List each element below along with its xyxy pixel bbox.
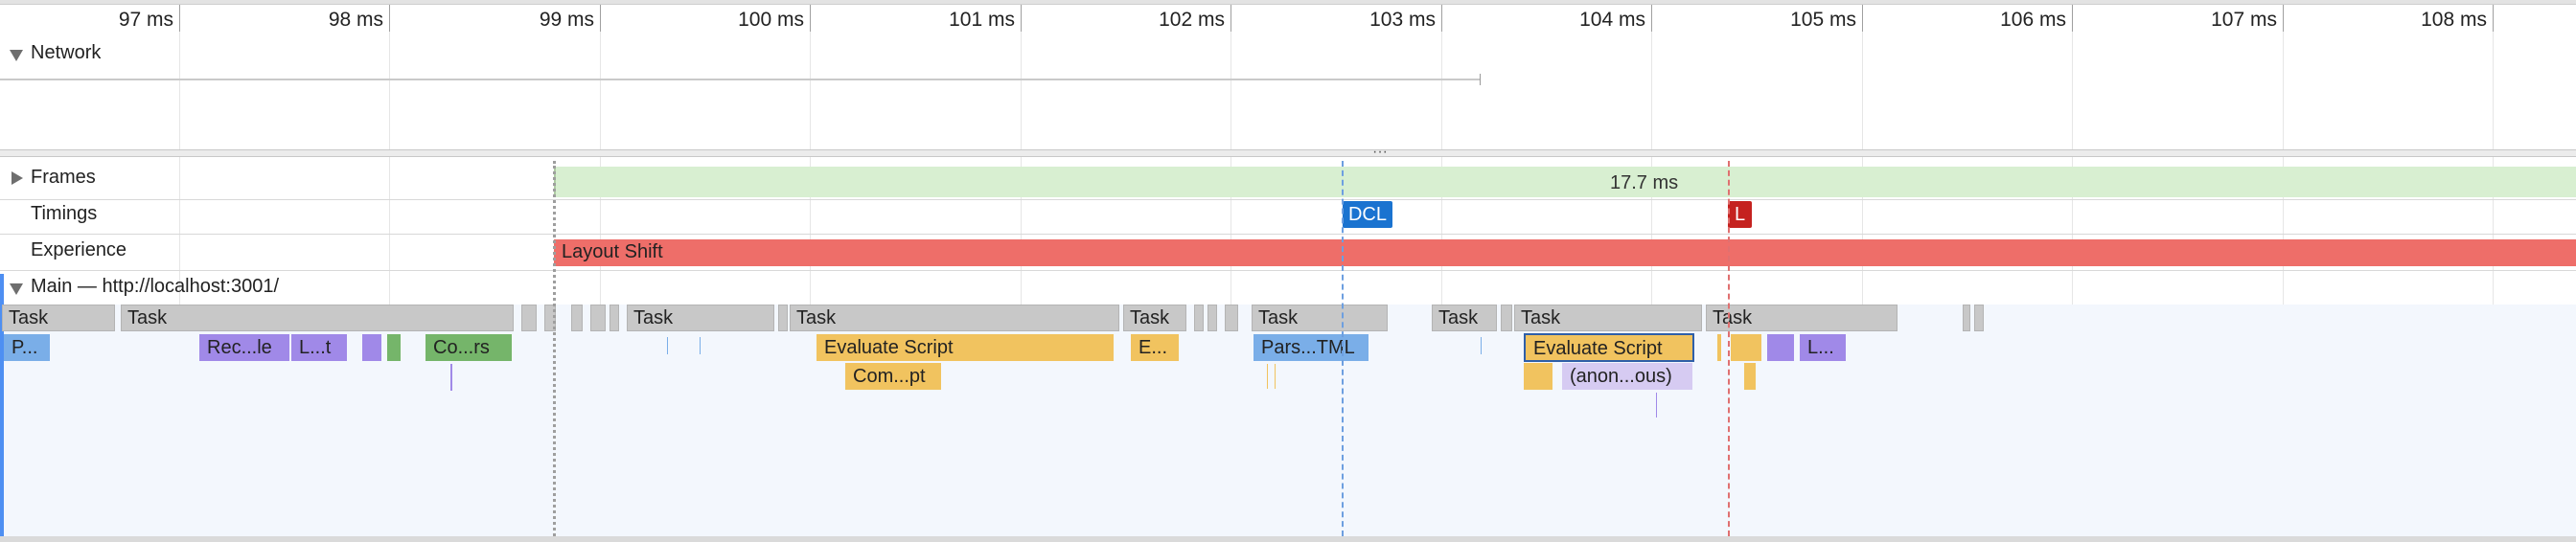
ruler-label: 108 ms [2421,9,2487,31]
task-bar[interactable] [590,305,606,331]
ruler-label: 104 ms [1579,9,1645,31]
task-bar[interactable]: Task [790,305,1119,331]
event-bar[interactable] [1524,363,1552,390]
ruler-tick [1021,5,1022,32]
task-bar[interactable]: Task [121,305,514,331]
event-sliver [700,337,701,354]
task-bar[interactable]: Task [1432,305,1497,331]
event-bar[interactable]: L... [1800,334,1846,361]
event-bar[interactable] [1731,334,1761,361]
event-bar[interactable]: Co...rs [426,334,512,361]
task-bar[interactable]: Task [627,305,774,331]
expand-triangle-icon [10,283,23,295]
ruler-tick [1441,5,1442,32]
task-bar[interactable] [778,305,788,331]
load-line [1728,161,1730,536]
network-request-line[interactable] [0,79,1481,80]
ruler-tick [810,5,811,32]
task-bar[interactable] [571,305,583,331]
frames-track-toggle[interactable]: Frames [12,167,165,193]
bottom-scrollbar[interactable] [0,536,2576,542]
timings-track-label: Timings [31,203,98,224]
dcl-line [1342,161,1344,536]
network-track-label: Network [31,42,102,63]
event-bar[interactable] [362,334,381,361]
time-ruler[interactable]: 97 ms 98 ms 99 ms 100 ms 101 ms 102 ms 1… [0,5,2576,40]
ruler-tick [1230,5,1231,32]
main-track-label: Main — http://localhost:3001/ [31,276,280,297]
event-bar[interactable] [387,334,401,361]
ruler-tick [389,5,390,32]
ruler-tick [1651,5,1652,32]
ruler-tick [1862,5,1863,32]
ruler-label: 106 ms [2000,9,2066,31]
event-bar[interactable] [1717,334,1721,361]
event-bar-selected[interactable]: Evaluate Script [1524,333,1694,362]
task-bar[interactable] [1194,305,1204,331]
event-bar[interactable]: Pars...TML [1254,334,1368,361]
ruler-tick [2493,5,2494,32]
task-bar[interactable] [610,305,619,331]
layout-shift-bar[interactable] [554,239,2576,266]
ruler-label: 102 ms [1159,9,1225,31]
task-bar[interactable]: Task [1514,305,1702,331]
ruler-label: 103 ms [1369,9,1436,31]
row-divider [0,270,2576,271]
experience-track-label: Experience [31,239,127,260]
ruler-label: 101 ms [949,9,1015,31]
track-splitter[interactable] [0,149,2576,157]
ruler-tick [179,5,180,32]
ruler-label: 107 ms [2211,9,2277,31]
network-request-end [1480,74,1481,85]
event-bar[interactable]: (anon...ous) [1562,363,1692,390]
row-divider [0,234,2576,235]
event-bar[interactable] [1744,363,1756,390]
event-sliver [667,337,668,354]
layout-shift-label: Layout Shift [562,241,663,262]
ruler-tick [600,5,601,32]
task-bar[interactable]: Task [1706,305,1898,331]
event-sliver [1481,337,1482,354]
event-bar[interactable]: L...t [291,334,347,361]
frame-bar[interactable] [554,167,2576,197]
splitter-grip-icon: ··· [1372,144,1388,160]
selection-start-line [553,161,556,536]
load-marker[interactable]: L [1728,201,1752,228]
task-bar[interactable]: Task [1252,305,1388,331]
task-bar[interactable] [1208,305,1217,331]
row-divider [0,199,2576,200]
event-sliver [1275,364,1276,389]
ruler-label: 105 ms [1790,9,1856,31]
event-sliver [450,364,452,391]
task-bar[interactable]: Task [1123,305,1186,331]
event-bar[interactable] [1767,334,1794,361]
event-sliver [1267,364,1268,389]
task-bar[interactable] [1225,305,1238,331]
frames-track-label: Frames [31,167,96,188]
dcl-marker[interactable]: DCL [1343,201,1392,228]
expand-triangle-icon [10,50,23,61]
ruler-tick [2283,5,2284,32]
event-bar[interactable]: Rec...le [199,334,289,361]
task-bar[interactable] [521,305,537,331]
network-track-toggle[interactable]: Network [10,42,182,69]
collapse-triangle-icon [12,171,23,185]
ruler-label: 100 ms [738,9,804,31]
ruler-label: 99 ms [539,9,594,31]
ruler-tick [2072,5,2073,32]
task-bar[interactable]: Task [2,305,115,331]
task-bar[interactable] [1963,305,1970,331]
event-bar[interactable]: P... [4,334,50,361]
task-bar[interactable] [1974,305,1984,331]
main-track-toggle[interactable]: Main — http://localhost:3001/ [10,276,355,303]
event-bar[interactable]: Evaluate Script [816,334,1114,361]
event-bar[interactable]: E... [1131,334,1179,361]
event-bar[interactable]: Com...pt [845,363,941,390]
ruler-label: 97 ms [118,9,173,31]
task-bar[interactable] [1501,305,1512,331]
ruler-label: 98 ms [328,9,383,31]
frame-duration: 17.7 ms [1610,172,1679,193]
event-sliver [1656,393,1657,418]
